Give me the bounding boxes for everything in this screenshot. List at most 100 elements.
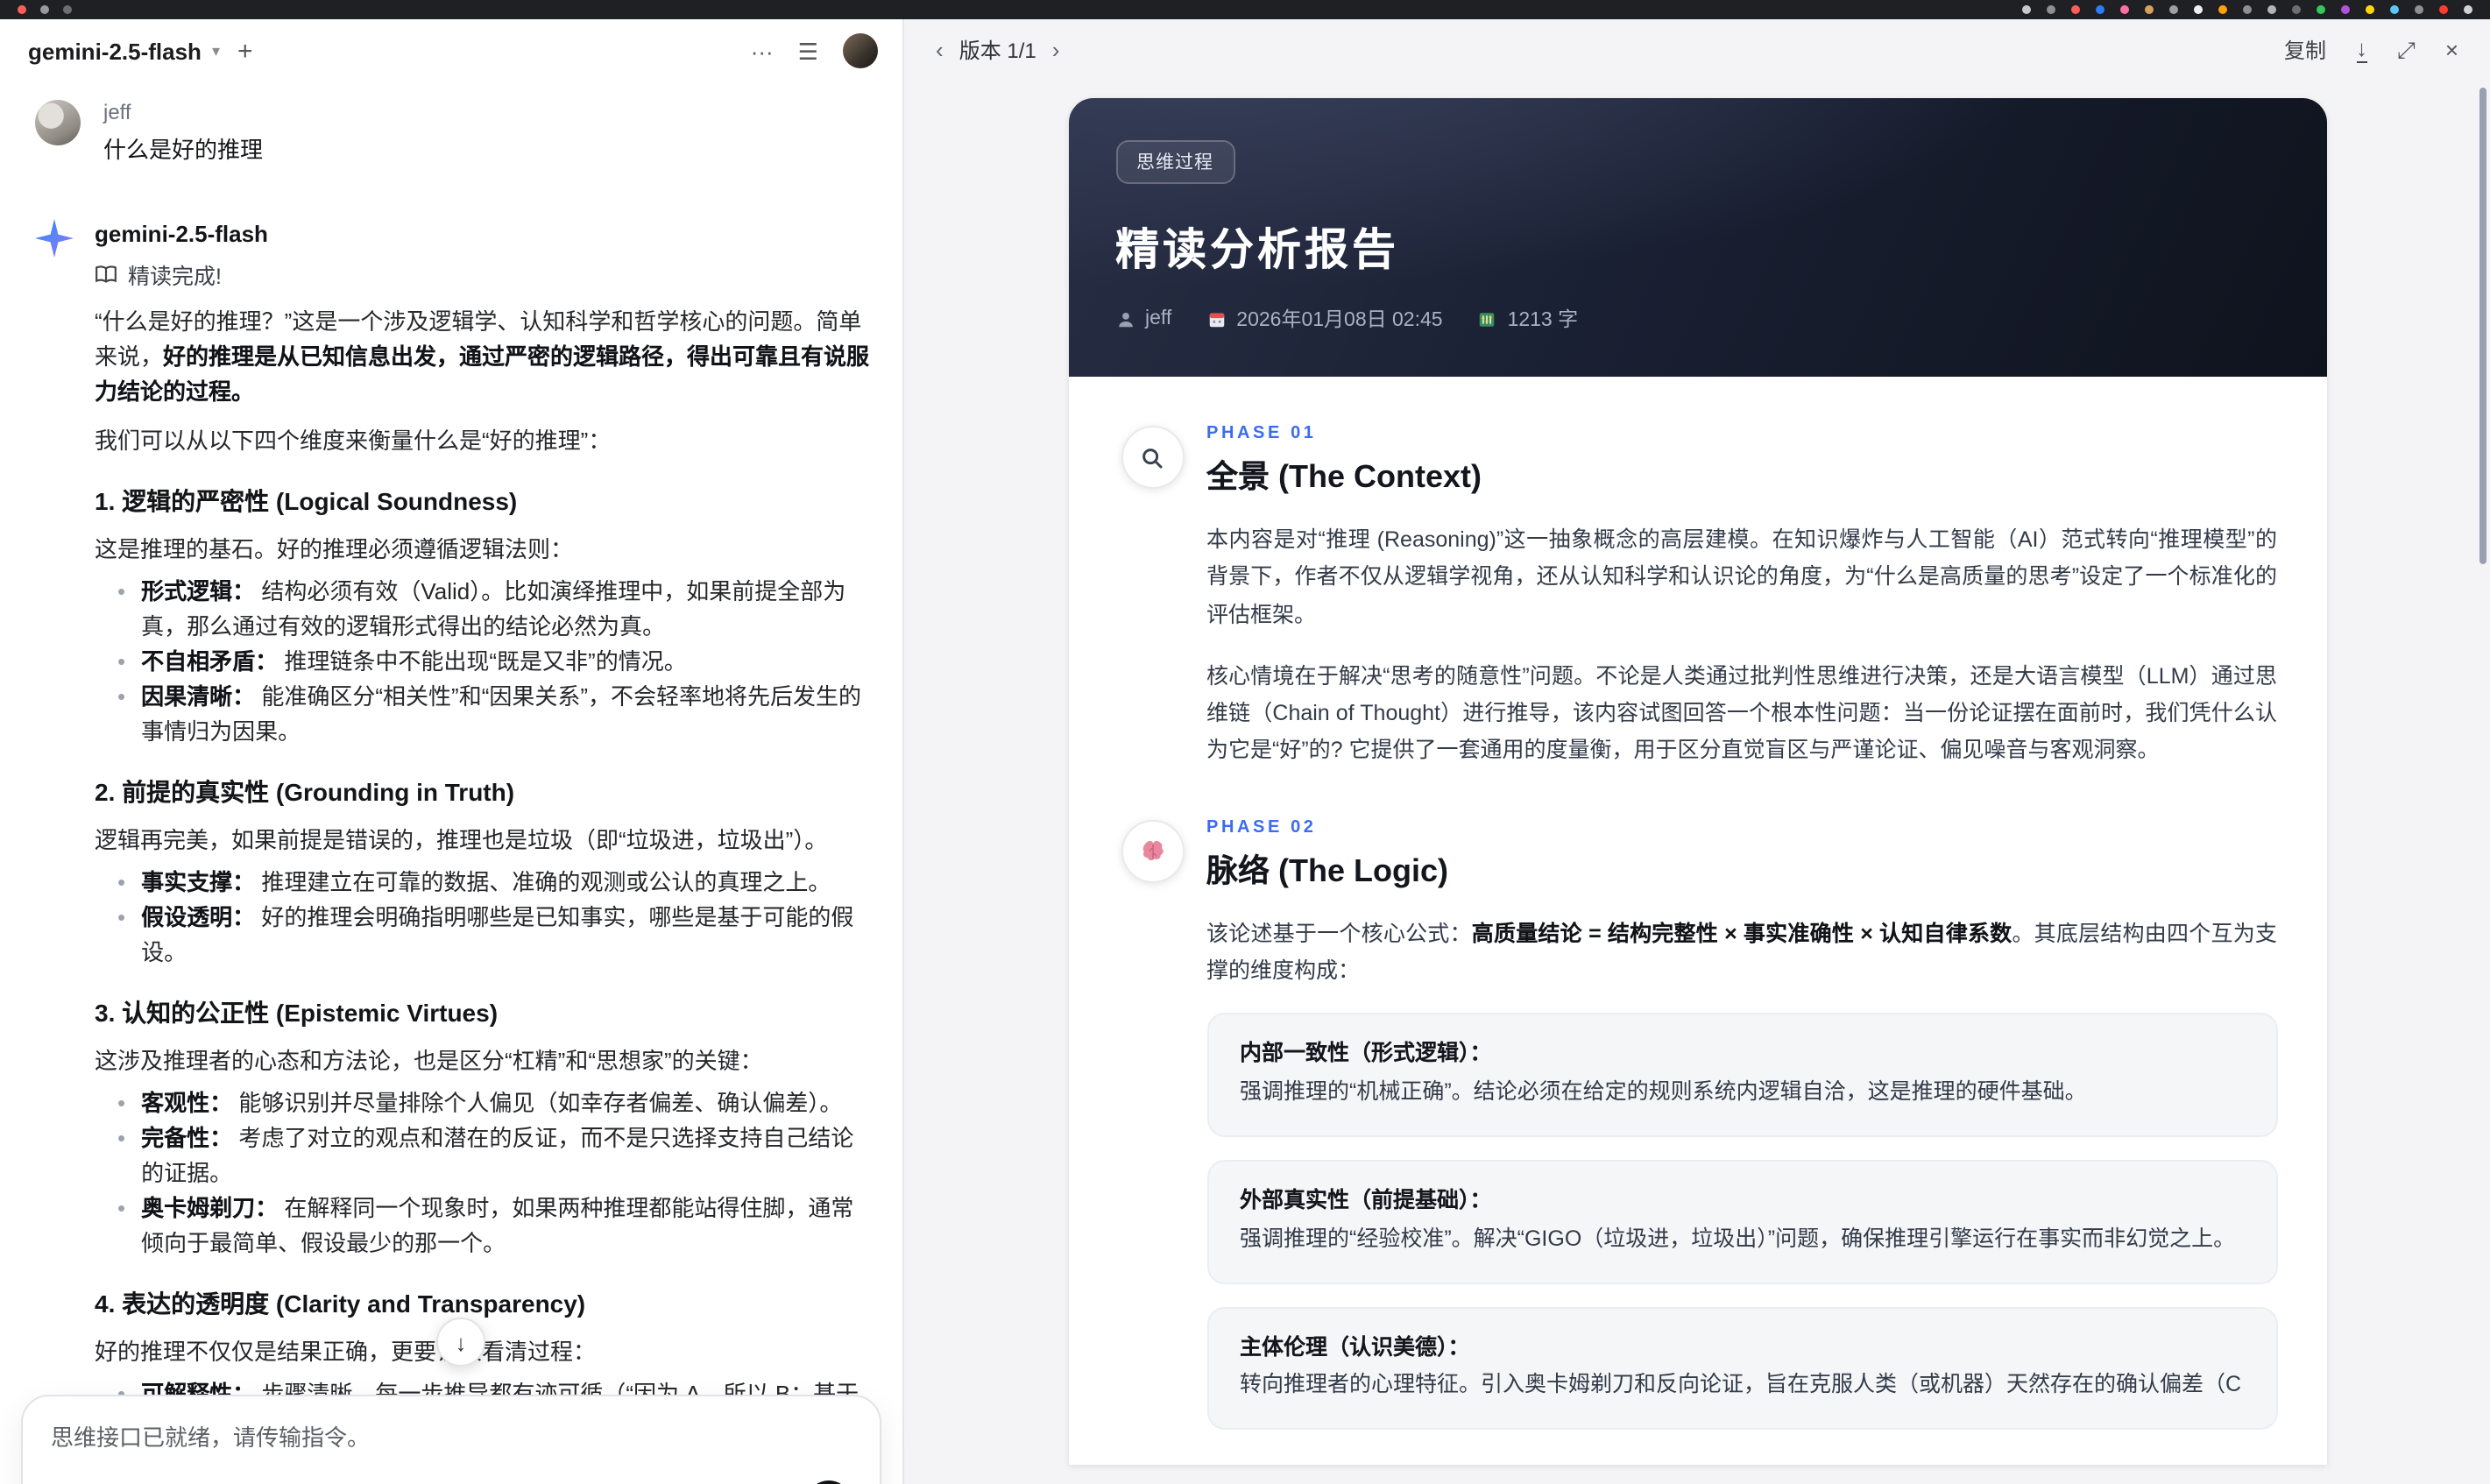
menubar-icon[interactable] xyxy=(2439,5,2448,14)
menubar-icon[interactable] xyxy=(2169,5,2178,14)
report-body: PHASE 01 全景 (The Context) 本内容是对“推理 (Reason… xyxy=(1068,424,2326,1466)
hero-meta-text: 2026年01月08日 02:45 xyxy=(1236,310,1443,331)
list-item-text: 不自相矛盾： 推理链条中不能出现“既是又非”的情况。 xyxy=(141,645,871,680)
report-section: PHASE 02 脉络 (The Logic) 该论述基于一个核心公式：高质量结论 … xyxy=(1121,817,2277,1431)
bullet-icon: • xyxy=(117,1090,126,1116)
report-badge: 思维过程 xyxy=(1115,140,1234,184)
list-item-text: 因果清晰： 能准确区分“相关性”和“因果关系”，不会轻率地将先后发生的事情归为因… xyxy=(141,680,871,750)
scroll-to-bottom-button[interactable]: ↓ xyxy=(436,1318,485,1367)
menubar-icon[interactable] xyxy=(2415,5,2423,14)
menubar-icon[interactable] xyxy=(2120,5,2129,14)
bold-text: 奥卡姆剃刀： xyxy=(141,1195,279,1221)
info-card-body: 强调推理的“经验校准”。解决“GIGO（垃圾进，垃圾出）”问题，确保推理引擎运行… xyxy=(1240,1226,2236,1251)
account-avatar[interactable] xyxy=(843,33,878,68)
download-icon[interactable]: ↓ xyxy=(2356,36,2367,62)
user-message-body: jeff 什么是好的推理 xyxy=(103,100,263,165)
message-list: • 形式逻辑： 结构必须有效（Valid）。比如演绎推理中，如果前提全部为真，那么… xyxy=(95,575,871,750)
assistant-message: gemini-2.5-flash 精读完成! “什么是好的推理？”这是一个涉及逻… xyxy=(35,217,871,1447)
report-section: PHASE 01 全景 (The Context) 本内容是对“推理 (Reason… xyxy=(1121,424,2277,770)
menubar-icon[interactable] xyxy=(2366,5,2374,14)
bold-text: 假设透明： xyxy=(141,904,256,930)
text-run: 逻辑再完美，如果前提是错误的，推理也是垃圾（即“垃圾进，垃圾出”）。 xyxy=(95,827,828,853)
text-run: 推理链条中不能出现“既是又非”的情况。 xyxy=(278,648,687,675)
chat-header-actions: ··· ☰ xyxy=(751,33,878,68)
list-item-text: 事实支撑： 推理建立在可靠的数据、准确的观测或公认的真理之上。 xyxy=(141,866,871,901)
message-paragraph: 这涉及推理者的心态和方法论，也是区分“杠精”和“思想家”的关键： xyxy=(95,1044,871,1079)
expand-icon[interactable]: ⤢ xyxy=(2397,38,2416,60)
message-paragraph: 我们可以从以下四个维度来衡量什么是“好的推理”： xyxy=(95,424,871,459)
menubar-icon[interactable] xyxy=(2341,5,2350,14)
menubar-icon[interactable] xyxy=(18,5,26,14)
menubar-icon[interactable] xyxy=(2022,5,2031,14)
menubar-status-icons xyxy=(2022,5,2472,14)
report-title: 精读分析报告 xyxy=(1115,226,1400,275)
menubar-icon[interactable] xyxy=(2243,5,2252,14)
section-body: PHASE 01 全景 (The Context) 本内容是对“推理 (Reason… xyxy=(1206,424,2277,770)
menubar-icon[interactable] xyxy=(63,5,72,14)
copy-button[interactable]: 复制 xyxy=(2284,34,2326,64)
bold-text: 高质量结论 = 结构完整性 × 事实准确性 × 认知自律系数 xyxy=(1471,921,2013,945)
bullet-icon: • xyxy=(117,1125,126,1151)
chevron-down-icon: ▾ xyxy=(211,41,220,59)
chat-input[interactable]: 思维接口已就绪，请传输指令。 + ✳ ▢ xyxy=(21,1395,881,1484)
chat-input-placeholder: 思维接口已就绪，请传输指令。 xyxy=(51,1424,371,1451)
menubar-icon[interactable] xyxy=(2390,5,2399,14)
message-paragraph: 逻辑再完美，如果前提是错误的，推理也是垃圾（即“垃圾进，垃圾出”）。 xyxy=(95,823,871,859)
bullet-icon: • xyxy=(117,578,126,604)
menubar-icon[interactable] xyxy=(40,5,49,14)
info-card-body: 强调推理的“机械正确”。结论必须在给定的规则系统内逻辑自洽，这是推理的硬件基础。 xyxy=(1240,1078,2087,1104)
text-run: 核心情境在于解决“思考的随意性”问题。不论是人类通过批判性思维进行决策，还是大语… xyxy=(1206,663,2277,763)
menubar-icon[interactable] xyxy=(2194,5,2203,14)
hero-meta-item: 2026年01月08日 02:45 xyxy=(1206,305,1443,333)
bold-text: 事实支撑： xyxy=(141,869,256,895)
report-document: 思维过程 精读分析报告 jeff 2026年01月08日 02:45 1213 字 … xyxy=(1068,98,2326,1466)
scrollbar-thumb[interactable] xyxy=(2479,88,2486,564)
next-version-button[interactable]: › xyxy=(1052,36,1060,62)
bullet-icon: • xyxy=(117,869,126,895)
menubar-icon[interactable] xyxy=(2464,5,2472,14)
bullet-icon: • xyxy=(117,904,126,930)
info-card: 主体伦理（认识美德）： 转向推理者的心理特征。引入奥卡姆剃刀和反向论证，旨在克服人… xyxy=(1206,1306,2277,1431)
list-item: • 因果清晰： 能准确区分“相关性”和“因果关系”，不会轻率地将先后发生的事情归为… xyxy=(95,680,871,750)
menubar-icon[interactable] xyxy=(2096,5,2104,14)
assistant-name: gemini-2.5-flash xyxy=(95,221,268,247)
bullet-icon: • xyxy=(117,1195,126,1221)
preview-panel: ‹ 版本 1/1 › 复制 ↓ ⤢ × 思维过程 精读分析报告 jeff 2026… xyxy=(904,19,2490,1484)
assistant-status: 精读完成! xyxy=(95,258,871,291)
text-run: 本内容是对“推理 (Reasoning)”这一抽象概念的高层建模。在知识爆炸与人… xyxy=(1206,527,2277,626)
bold-text: 形式逻辑： xyxy=(141,578,256,604)
menubar-icon[interactable] xyxy=(2292,5,2301,14)
menubar-icon[interactable] xyxy=(2071,5,2080,14)
text-run: 好的推理不仅仅是结果正确，更要让人看清过程： xyxy=(95,1339,597,1365)
chat-panel: gemini-2.5-flash ▾ + ··· ☰ jeff 什么是好的推理 xyxy=(0,19,904,1484)
more-options-button[interactable]: ··· xyxy=(751,39,774,62)
text-run: 考虑了对立的观点和潜在的反证，而不是只选择支持自己结论的证据。 xyxy=(141,1125,854,1186)
chat-message-list[interactable]: jeff 什么是好的推理 gemini-2.5-flash 精读完成! “什么是… xyxy=(0,82,902,1484)
info-card-title: 主体伦理（认识美德）： xyxy=(1240,1334,1470,1359)
user-avatar xyxy=(35,100,81,145)
list-item: • 完备性： 考虑了对立的观点和潜在的反证，而不是只选择支持自己结论的证据。 xyxy=(95,1121,871,1191)
voice-input-button[interactable] xyxy=(806,1480,852,1484)
list-item: • 不自相矛盾： 推理链条中不能出现“既是又非”的情况。 xyxy=(95,645,871,680)
menubar-icon[interactable] xyxy=(2317,5,2325,14)
info-card-title: 外部真实性（前提基础）： xyxy=(1240,1187,1492,1212)
settings-sliders-button[interactable]: ☰ xyxy=(798,39,818,62)
info-card-title: 内部一致性（形式逻辑）： xyxy=(1240,1041,1492,1065)
counter-icon xyxy=(1478,309,1497,329)
person-icon xyxy=(1115,309,1135,329)
new-chat-button[interactable]: + xyxy=(237,38,253,64)
menubar-icon[interactable] xyxy=(2145,5,2154,14)
gemini-logo-icon xyxy=(35,219,74,258)
section-body: PHASE 02 脉络 (The Logic) 该论述基于一个核心公式：高质量结论 … xyxy=(1206,817,2277,1431)
menubar-icon[interactable] xyxy=(2047,5,2055,14)
info-card: 外部真实性（前提基础）： 强调推理的“经验校准”。解决“GIGO（垃圾进，垃圾出）… xyxy=(1206,1159,2277,1283)
list-item-text: 完备性： 考虑了对立的观点和潜在的反证，而不是只选择支持自己结论的证据。 xyxy=(141,1121,871,1191)
menubar-icon[interactable] xyxy=(2218,5,2227,14)
model-selector[interactable]: gemini-2.5-flash ▾ xyxy=(28,38,220,64)
previous-version-button[interactable]: ‹ xyxy=(936,36,944,62)
menubar-icon[interactable] xyxy=(2267,5,2276,14)
assistant-content: “什么是好的推理？”这是一个涉及逻辑学、认知科学和哲学核心的问题。简单来说，好的… xyxy=(95,305,871,1447)
preview-toolbar: ‹ 版本 1/1 › 复制 ↓ ⤢ × xyxy=(904,19,2490,79)
user-message: jeff 什么是好的推理 xyxy=(35,100,871,165)
close-icon[interactable]: × xyxy=(2445,38,2458,60)
